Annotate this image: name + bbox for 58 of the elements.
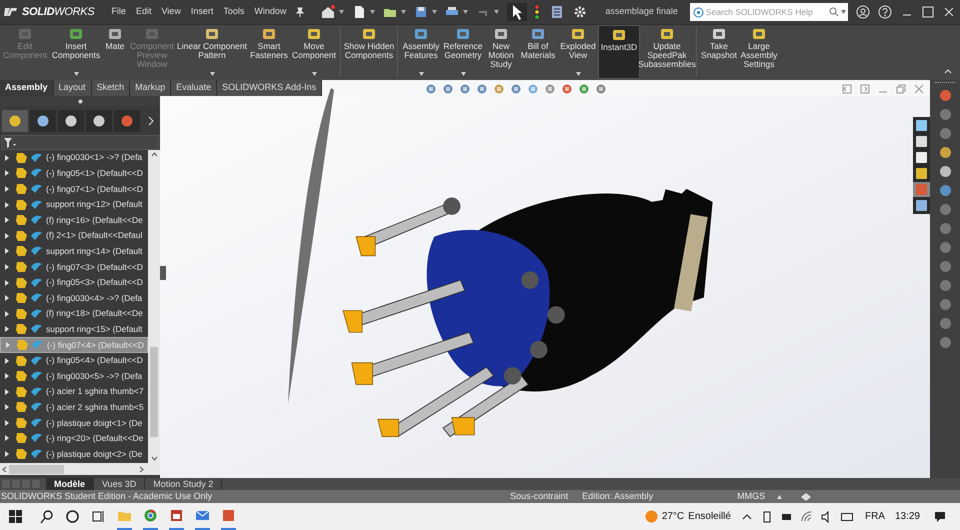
ribbon-button[interactable]: Update SpeedPak Subassemblies [640, 25, 694, 79]
tree-item[interactable]: (-) fing07<3> (Default<<D [0, 259, 148, 275]
edition-label: SOLIDWORKS Student Edition - Academic Use Only [1, 490, 212, 503]
ribbon-button[interactable]: Show Hidden Components [343, 25, 395, 79]
tree-item[interactable]: (-) plastique doigt<2> (De [0, 446, 148, 462]
menu-item[interactable]: Window [249, 5, 292, 19]
command-tab[interactable]: Layout [54, 80, 92, 96]
ribbon-button[interactable]: Smart Fasteners [248, 25, 290, 79]
menu-item[interactable]: Insert [186, 5, 218, 19]
tree-item[interactable]: (-) plastique doigt<1> (De [0, 415, 148, 431]
app-logo: SOLIDWORKS [22, 4, 94, 20]
tree-item[interactable]: (-) fing05<4> (Default<<D [0, 352, 148, 368]
ribbon-button[interactable]: Move Component [290, 25, 338, 79]
ribbon-button[interactable]: Bill of Materials [518, 25, 558, 79]
tree-item[interactable]: (-) fing0030<1> ->? (Defa [0, 150, 148, 166]
menu-item[interactable]: View [156, 5, 186, 19]
document-title: assemblage finale [605, 5, 678, 18]
units-selector[interactable]: MMGS [737, 490, 766, 504]
tree-item[interactable]: (-) ring<20> (Default<<De [0, 430, 148, 446]
tree-item[interactable]: (-) fing0030<5> ->? (Defa [0, 368, 148, 384]
menu-item[interactable]: File [106, 5, 131, 19]
ribbon-button[interactable]: Instant3D [598, 25, 640, 79]
command-tab[interactable]: Evaluate [171, 80, 218, 96]
edit-mode-status: Edition: Assembly [582, 490, 654, 503]
tree-item[interactable]: support ring<15> (Default [0, 322, 148, 338]
language-indicator[interactable]: FRA [864, 509, 885, 524]
tree-item[interactable]: (f) ring<18> (Default<<De [0, 306, 148, 322]
ribbon-button[interactable]: Linear Component Pattern [176, 25, 248, 79]
ribbon-button[interactable]: Reference Geometry [442, 25, 484, 79]
tree-item[interactable]: (-) fing0030<4> ->? (Defa [0, 290, 148, 306]
menu-item[interactable]: Edit [130, 5, 156, 19]
constraint-status: Sous-contraint [510, 490, 568, 503]
ribbon-button[interactable]: Large Assembly Settings [739, 25, 779, 79]
ribbon-button[interactable]: Exploded View [558, 25, 598, 79]
tree-item[interactable]: (f) ring<16> (Default<<De [0, 212, 148, 228]
ribbon-button[interactable]: Mate [102, 25, 128, 79]
tree-item[interactable]: support ring<14> (Default [0, 244, 148, 260]
menu-item[interactable]: Tools [218, 5, 250, 19]
command-tab[interactable]: Assembly [0, 80, 54, 96]
model-tab[interactable]: Modèle [46, 478, 94, 490]
ribbon-button[interactable]: New Motion Study [484, 25, 518, 79]
temperature[interactable]: 27°C [662, 509, 684, 524]
clock[interactable]: 13:29 [894, 509, 920, 524]
ribbon-button[interactable]: Assembly Features [400, 25, 442, 79]
tree-item[interactable]: (-) acier 1 sghira thumb<7 [0, 384, 148, 400]
tree-item[interactable]: (f) 2<1> (Default<<Defaul [0, 228, 148, 244]
search-field[interactable]: Search SOLIDWORKS Help [690, 3, 848, 21]
tree-item[interactable]: (-) fing05<3> (Default<<D [0, 274, 148, 290]
command-tab[interactable]: SOLIDWORKS Add-Ins [217, 80, 322, 96]
ribbon-button[interactable]: Take Snapshot [699, 25, 739, 79]
weather-label[interactable]: Ensoleillé [688, 509, 731, 524]
tree-item[interactable]: (-) fing05<1> (Default<<D [0, 166, 148, 182]
command-tab[interactable]: Sketch [92, 80, 130, 96]
ribbon-button[interactable]: Insert Components [50, 25, 102, 79]
tree-item[interactable]: (-) fing07<1> (Default<<D [0, 181, 148, 197]
tree-item[interactable]: support ring<12> (Default [0, 196, 148, 212]
command-tab[interactable]: Markup [130, 80, 172, 96]
tree-item[interactable]: (-) acier 2 sghira thumb<5 [0, 400, 148, 416]
